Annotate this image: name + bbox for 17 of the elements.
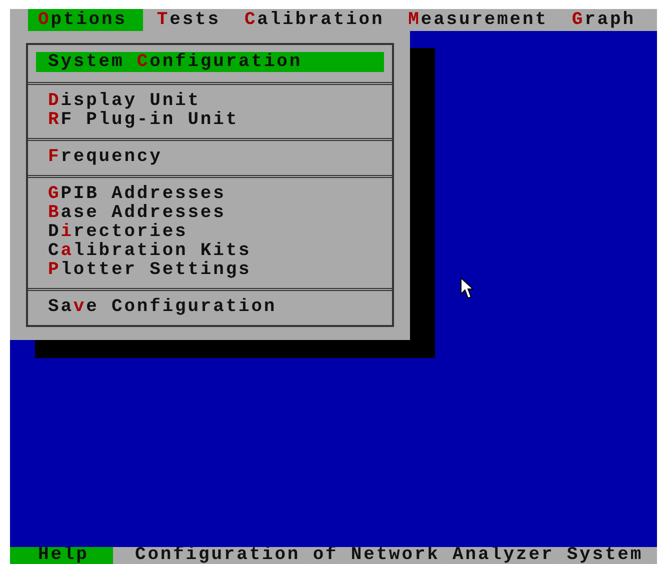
menu-bar-item[interactable]: Options: [28, 9, 143, 31]
menu-item[interactable]: Calibration Kits: [36, 242, 384, 261]
help-key[interactable]: Help: [10, 547, 113, 564]
menu-item[interactable]: RF Plug-in Unit: [36, 111, 384, 130]
mouse-pointer-icon: [460, 277, 474, 299]
menu-bar-item[interactable]: G raph: [562, 9, 646, 31]
menu-item[interactable]: G PIB Addresses: [36, 185, 384, 204]
menu-item[interactable]: P lotter Settings: [36, 261, 384, 280]
menu-bar-item[interactable]: Calibration: [234, 9, 394, 31]
menu-item[interactable]: F requency: [36, 148, 384, 167]
menu-item[interactable]: System Configuration: [36, 52, 384, 72]
menu-bar-item[interactable]: Measurement: [398, 9, 558, 31]
menu-item[interactable]: Base Addresses: [36, 204, 384, 223]
menu-item[interactable]: Display Unit: [36, 92, 384, 111]
menu-item[interactable]: Save Configuration: [36, 298, 384, 317]
menu-bar-item[interactable]: Tests: [146, 9, 230, 31]
menu-item[interactable]: Di rectories: [36, 223, 384, 242]
